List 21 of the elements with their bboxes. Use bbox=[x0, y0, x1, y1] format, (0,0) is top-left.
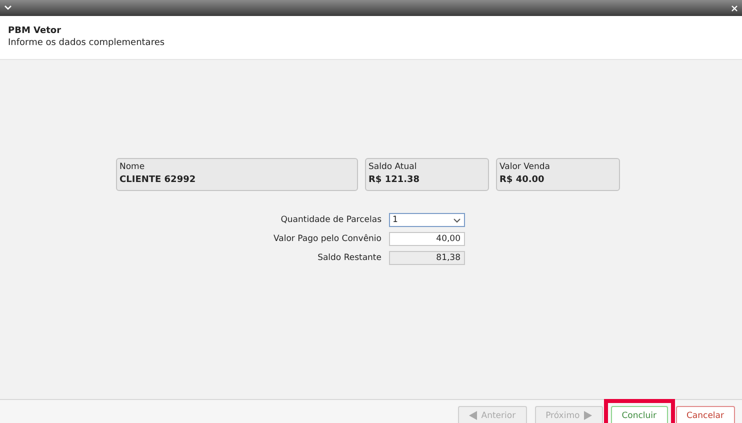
window-subtitle: Informe os dados complementares bbox=[8, 38, 166, 48]
field-label: Saldo Restante bbox=[316, 253, 382, 263]
cancel-button[interactable]: Cancelar bbox=[676, 406, 735, 423]
chevron-down-icon[interactable] bbox=[4, 5, 12, 11]
chevron-down-icon bbox=[452, 218, 460, 222]
window-title: PBM Vetor bbox=[8, 26, 62, 36]
field-label: Valor Pago pelo Convênio bbox=[274, 234, 382, 244]
card-value: R$ 40.00 bbox=[500, 175, 546, 185]
card-label: Nome bbox=[120, 162, 146, 172]
card-label: Valor Venda bbox=[500, 162, 551, 172]
card-label: Saldo Atual bbox=[368, 162, 418, 172]
field-label: Quantidade de Parcelas bbox=[280, 215, 382, 225]
dropdown-field[interactable]: 1 bbox=[388, 213, 464, 227]
card-value: CLIENTE 62992 bbox=[120, 175, 197, 185]
finish-button[interactable]: Concluir bbox=[610, 406, 668, 423]
input-field[interactable]: 40,00 bbox=[388, 232, 464, 246]
close-icon[interactable] bbox=[731, 4, 738, 12]
right-triangle-icon bbox=[584, 411, 592, 420]
left-triangle-icon bbox=[469, 411, 478, 420]
readonly-field: 81,38 bbox=[388, 251, 464, 265]
card-value: R$ 121.38 bbox=[368, 175, 421, 185]
